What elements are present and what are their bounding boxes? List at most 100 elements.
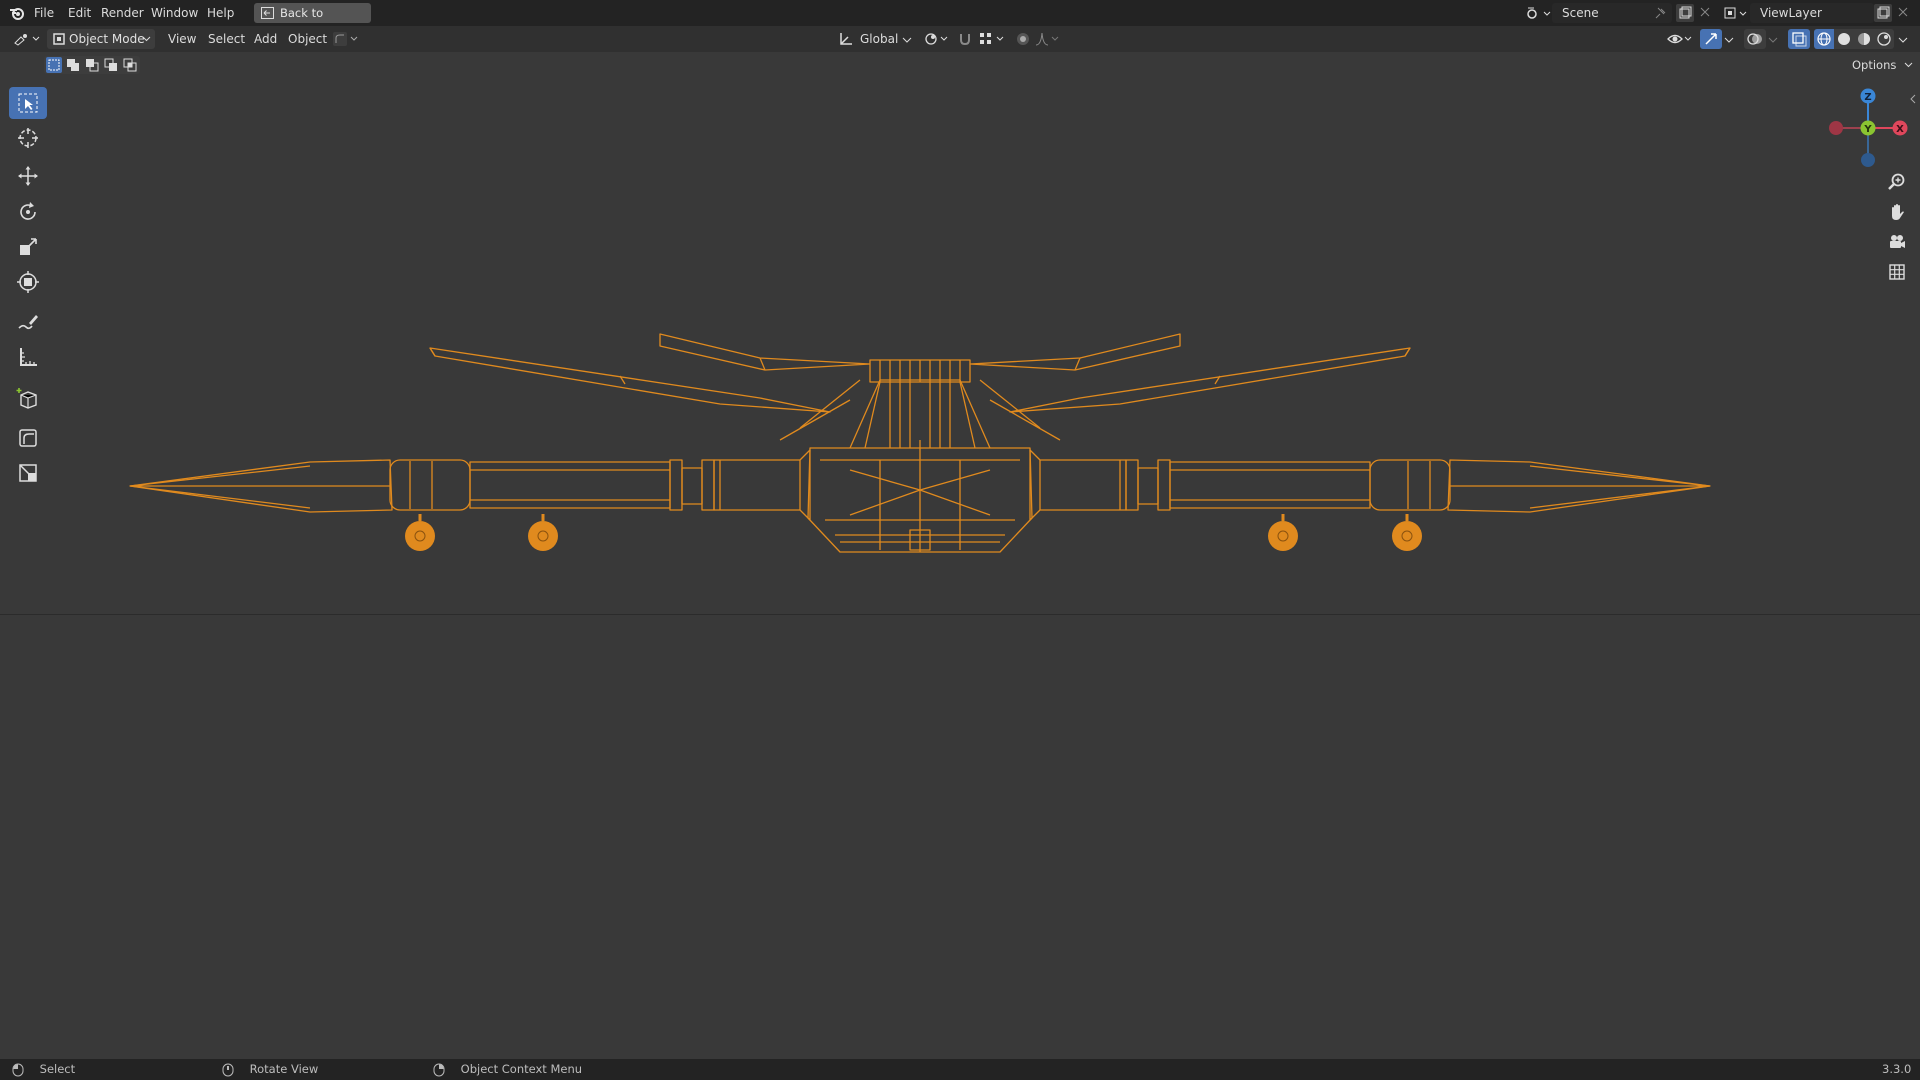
status-select-label: Select — [39, 1062, 76, 1076]
transform-cage-icon — [19, 464, 37, 482]
object-mode-icon — [53, 33, 65, 45]
select-box-icon — [18, 93, 38, 113]
mouse-right-icon — [433, 1063, 445, 1076]
grid-icon — [1889, 264, 1905, 280]
tool-rotate[interactable] — [9, 196, 47, 228]
screen-back-icon — [261, 7, 274, 19]
zoom-icon — [1888, 173, 1905, 190]
header-menu-object[interactable]: Object — [288, 26, 327, 52]
mouse-middle-icon — [222, 1063, 234, 1076]
blender-logo-icon[interactable] — [8, 4, 26, 22]
shading-wireframe-icon[interactable] — [1814, 29, 1834, 49]
remove-scene-icon[interactable] — [1698, 5, 1712, 19]
shading-solid-icon[interactable] — [1834, 29, 1854, 49]
tool-transform-cage[interactable] — [9, 457, 47, 489]
snap-icon[interactable] — [956, 30, 974, 48]
transform-orientation-dropdown[interactable]: Global — [860, 26, 898, 52]
pan-view-button[interactable] — [1882, 198, 1912, 226]
gizmo-neg-x[interactable] — [1829, 121, 1843, 135]
status-select: Select — [12, 1059, 75, 1080]
gizmo-neg-z[interactable] — [1861, 153, 1875, 167]
tool-select-box[interactable] — [9, 87, 47, 119]
tool-transform[interactable] — [9, 266, 47, 298]
pivot-point-icon[interactable] — [922, 30, 950, 48]
tool-cursor[interactable] — [9, 122, 47, 154]
version-label: 3.3.0 — [1882, 1062, 1912, 1076]
gpencil-stroke-dropdown[interactable] — [332, 30, 360, 48]
select-extend-icon[interactable] — [65, 57, 81, 73]
chevron-down-icon — [1904, 62, 1913, 68]
cursor-icon — [18, 128, 38, 148]
annotate-icon — [18, 315, 38, 330]
select-new-icon[interactable] — [46, 57, 62, 73]
chevron-down-icon[interactable] — [1724, 34, 1734, 44]
shear-icon — [19, 429, 37, 447]
gizmo-toggle-icon[interactable] — [1700, 29, 1722, 49]
shading-rendered-icon[interactable] — [1874, 29, 1894, 49]
camera-icon — [1890, 235, 1905, 248]
scene-browse-icon[interactable] — [1524, 4, 1552, 22]
new-scene-icon[interactable] — [1676, 4, 1694, 22]
chevron-down-icon[interactable] — [1768, 34, 1778, 44]
zoom-view-button[interactable] — [1882, 168, 1912, 196]
options-dropdown[interactable]: Options — [1852, 56, 1914, 74]
view-layer-name-label: ViewLayer — [1760, 6, 1822, 20]
remove-view-layer-icon[interactable] — [1896, 5, 1910, 19]
chevron-down-icon[interactable] — [1898, 34, 1908, 44]
pin-icon[interactable] — [1654, 6, 1668, 20]
navigation-gizmo[interactable]: Z X Y — [1822, 84, 1912, 170]
snap-target-icon[interactable] — [978, 30, 1008, 48]
scale-icon — [20, 238, 37, 255]
select-subtract-icon[interactable] — [84, 57, 100, 73]
transform-orientation-icon — [838, 31, 854, 47]
menu-file[interactable]: File — [34, 0, 54, 26]
gizmo-x-label: X — [1896, 124, 1904, 135]
status-context-menu-label: Object Context Menu — [460, 1062, 583, 1076]
chevron-down-icon — [902, 34, 912, 44]
mouse-left-icon — [12, 1063, 24, 1076]
ortho-toggle-button[interactable] — [1882, 258, 1912, 286]
gizmo-y-label: Y — [1863, 124, 1872, 135]
gizmo-z-axis[interactable]: Z — [1860, 88, 1876, 104]
object-mode-label: Object Mode — [69, 32, 145, 46]
tool-measure[interactable] — [9, 341, 47, 373]
menu-edit[interactable]: Edit — [68, 0, 91, 26]
tool-add-cube[interactable] — [9, 382, 47, 414]
header-menu-view[interactable]: View — [168, 26, 196, 52]
gizmo-z-label: Z — [1864, 92, 1871, 103]
view-layer-name-field[interactable]: ViewLayer — [1750, 3, 1874, 23]
new-view-layer-icon[interactable] — [1874, 4, 1892, 22]
view-layer-browse-icon[interactable] — [1722, 4, 1750, 22]
shading-material-icon[interactable] — [1854, 29, 1874, 49]
proportional-editing-icon[interactable] — [1014, 30, 1032, 48]
tool-scale[interactable] — [9, 231, 47, 263]
menu-window[interactable]: Window — [151, 0, 198, 26]
status-rotate-view: Rotate View — [222, 1059, 318, 1080]
horizon-line — [0, 614, 1920, 615]
overlays-icon[interactable] — [1744, 29, 1766, 49]
back-to-previous-button[interactable]: Back to Previous — [254, 3, 371, 40]
select-difference-icon[interactable] — [103, 57, 119, 73]
transform-icon — [17, 271, 39, 293]
options-label: Options — [1852, 58, 1897, 72]
tool-annotate[interactable] — [9, 306, 47, 338]
chevron-down-icon — [142, 36, 151, 42]
status-rotate-view-label: Rotate View — [249, 1062, 319, 1076]
header-menu-add[interactable]: Add — [254, 26, 277, 52]
menu-help[interactable]: Help — [207, 0, 234, 26]
select-intersect-icon[interactable] — [122, 57, 138, 73]
object-mode-dropdown[interactable]: Object Mode — [47, 29, 155, 49]
move-icon — [18, 166, 38, 186]
proportional-falloff-icon[interactable] — [1034, 30, 1062, 48]
header-menu-select[interactable]: Select — [208, 26, 245, 52]
camera-view-button[interactable] — [1882, 228, 1912, 256]
drone-wireframe-model[interactable] — [120, 320, 1720, 580]
editor-type-icon[interactable] — [12, 30, 42, 48]
tool-move[interactable] — [9, 160, 47, 192]
xray-toggle-icon[interactable] — [1788, 29, 1810, 49]
tool-shear[interactable] — [9, 422, 47, 454]
gizmo-y-axis[interactable]: Y — [1860, 120, 1876, 136]
menu-render[interactable]: Render — [101, 0, 144, 26]
visibility-eye-icon[interactable] — [1666, 30, 1694, 48]
gizmo-x-axis[interactable]: X — [1892, 120, 1908, 136]
